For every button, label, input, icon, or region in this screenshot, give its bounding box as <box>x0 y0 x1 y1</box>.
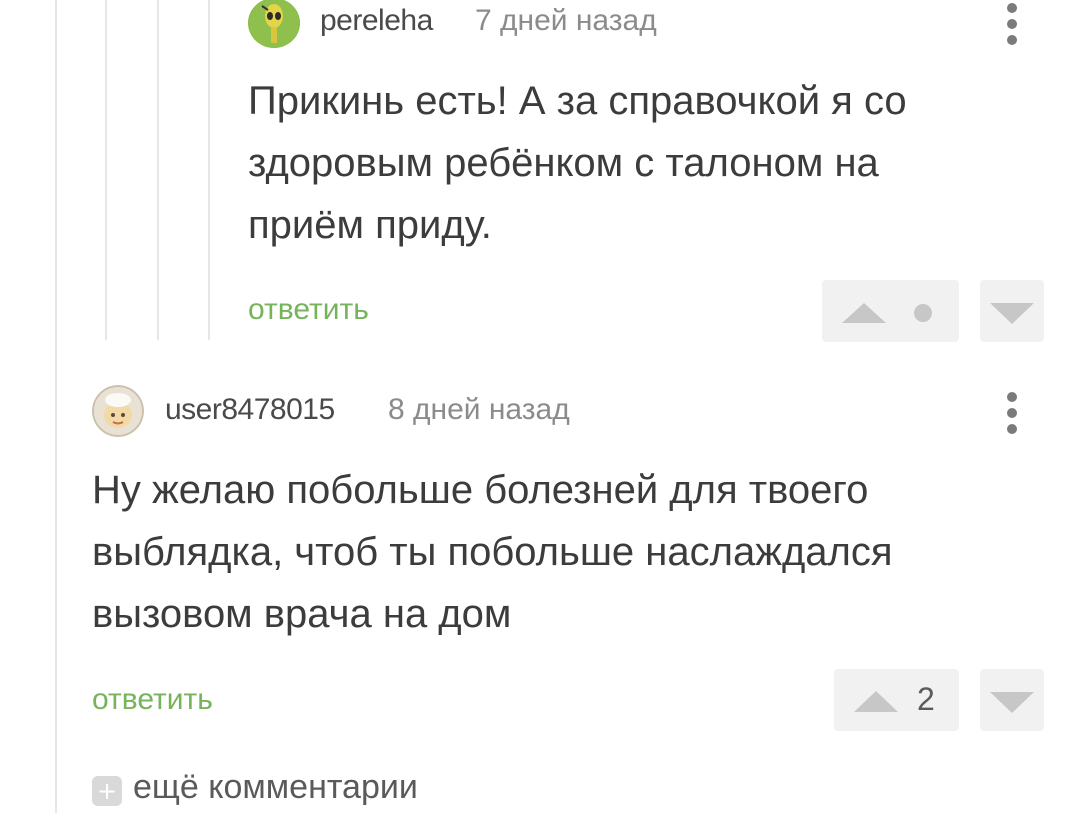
more-options-icon[interactable] <box>1000 389 1024 439</box>
comment-username[interactable]: pereleha <box>320 4 433 38</box>
vote-score: 2 <box>917 681 935 717</box>
downvote-arrow-icon <box>990 303 1034 324</box>
comment-text-line: Прикинь есть! А за справочкой я со <box>248 79 907 123</box>
comment-text-line: Ну желаю побольше болезней для твоего <box>92 468 869 512</box>
comment-timestamp: 8 дней назад <box>388 393 570 426</box>
thread-line-3 <box>157 0 159 340</box>
upvote-button[interactable]: 2 <box>834 669 959 731</box>
downvote-button[interactable] <box>980 669 1044 731</box>
alien-avatar-icon[interactable] <box>248 0 300 48</box>
thread-line-1 <box>55 0 57 813</box>
thread-line-2 <box>105 0 107 340</box>
more-options-icon[interactable] <box>1000 0 1024 50</box>
downvote-arrow-icon <box>990 692 1034 713</box>
upvote-button[interactable] <box>822 280 959 342</box>
reply-button[interactable]: ответить <box>248 293 369 327</box>
comment-text: Прикинь есть! А за справочкой я со здоро… <box>248 70 1048 256</box>
comment-text: Ну желаю побольше болезней для твоего вы… <box>92 459 1052 645</box>
comment-text-line: приём приду. <box>248 203 492 247</box>
comment-text-line: здоровым ребёнком с талоном на <box>248 141 879 185</box>
cartoon-face-avatar-icon[interactable] <box>92 385 144 437</box>
more-comments-label[interactable]: ещё комментарии <box>133 768 418 807</box>
comment-text-line: выблядка, чтоб ты побольше наслаждался <box>92 530 893 574</box>
upvote-arrow-icon <box>842 303 932 323</box>
comment-text-line: вызовом врача на дом <box>92 592 512 636</box>
comment-username[interactable]: user8478015 <box>165 393 335 427</box>
expand-plus-icon: + <box>92 776 122 806</box>
upvote-arrow-icon <box>854 691 898 712</box>
reply-button[interactable]: ответить <box>92 683 213 717</box>
downvote-button[interactable] <box>980 280 1044 342</box>
comment-timestamp: 7 дней назад <box>475 4 657 37</box>
thread-line-4 <box>208 0 210 340</box>
